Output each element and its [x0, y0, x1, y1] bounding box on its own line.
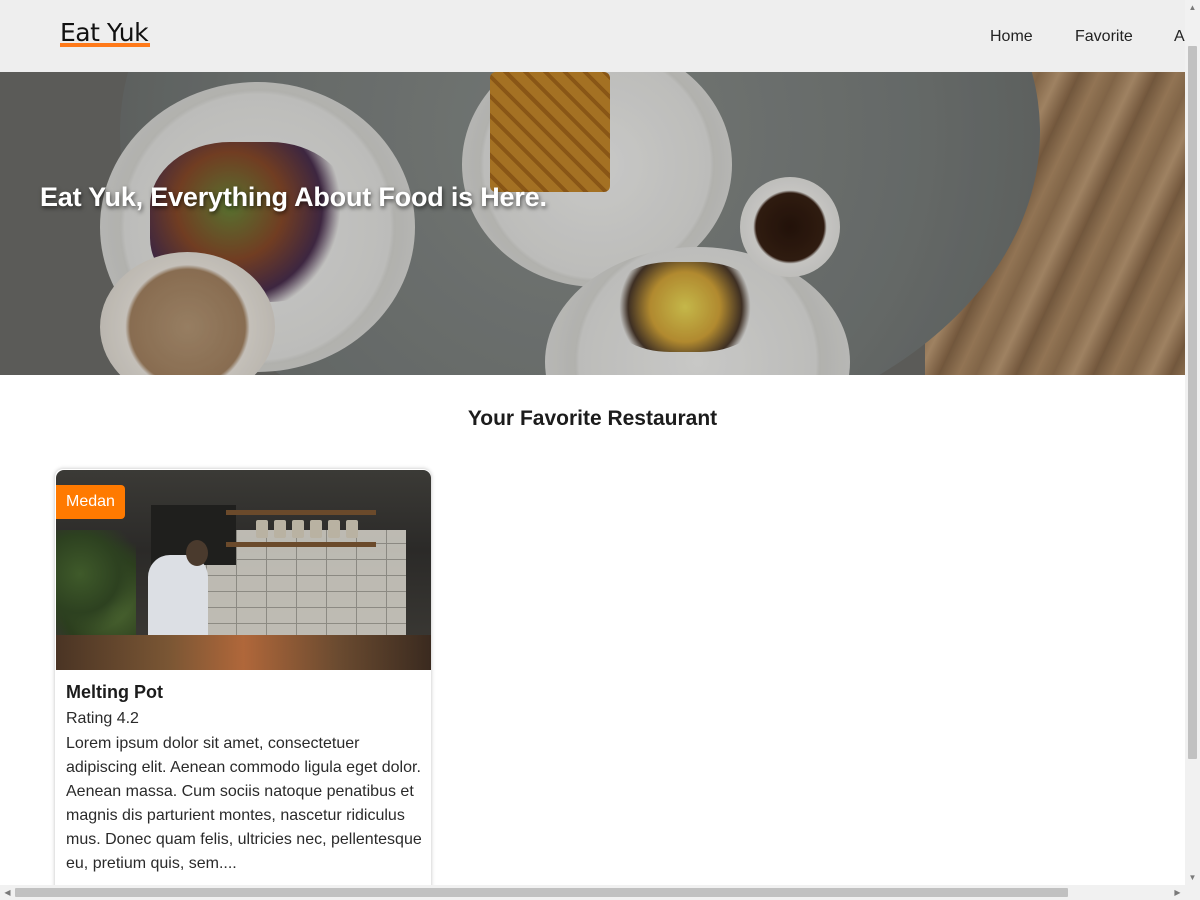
- vertical-scrollbar[interactable]: ▲ ▼: [1185, 0, 1200, 885]
- chef-figure: [148, 555, 208, 645]
- app-header: Eat Yuk Home Favorite A: [0, 0, 1185, 72]
- hero-overlay: [0, 72, 1185, 375]
- nav-link-about[interactable]: A: [1174, 26, 1185, 48]
- kitchen-shelf: [226, 542, 376, 547]
- nav-link-home[interactable]: Home: [990, 26, 1033, 48]
- section-title: Your Favorite Restaurant: [467, 407, 718, 430]
- chef-head: [186, 540, 208, 566]
- vertical-scroll-thumb[interactable]: [1188, 46, 1197, 759]
- hero-title: Eat Yuk, Everything About Food is Here.: [40, 182, 547, 212]
- kitchen-jar: [274, 520, 286, 538]
- restaurant-description: Lorem ipsum dolor sit amet, consectetuer…: [66, 735, 422, 872]
- kitchen-jar: [310, 520, 322, 538]
- scroll-up-icon[interactable]: ▲: [1185, 0, 1200, 15]
- kitchen-jar: [292, 520, 304, 538]
- horizontal-scroll-thumb[interactable]: [15, 888, 1068, 897]
- kitchen-plants: [56, 530, 136, 640]
- scroll-left-icon[interactable]: ◀: [0, 885, 15, 900]
- scroll-right-icon[interactable]: ▶: [1170, 885, 1185, 900]
- kitchen-jar: [346, 520, 358, 538]
- nav-link-favorite[interactable]: Favorite: [1075, 26, 1133, 48]
- restaurant-rating: Rating 4.2: [66, 710, 139, 727]
- page-viewport: Eat Yuk Home Favorite A Eat Yuk, Everyth…: [0, 0, 1185, 885]
- kitchen-shelf: [226, 510, 376, 515]
- restaurant-name[interactable]: Melting Pot: [66, 682, 163, 703]
- main-nav: Home Favorite A: [0, 26, 1185, 50]
- kitchen-counter: [56, 635, 431, 670]
- kitchen-jar: [328, 520, 340, 538]
- horizontal-scrollbar[interactable]: ◀ ▶: [0, 885, 1200, 900]
- city-badge: Medan: [56, 485, 125, 519]
- hero-banner: Eat Yuk, Everything About Food is Here.: [0, 72, 1185, 375]
- scroll-down-icon[interactable]: ▼: [1185, 870, 1200, 885]
- kitchen-jar: [256, 520, 268, 538]
